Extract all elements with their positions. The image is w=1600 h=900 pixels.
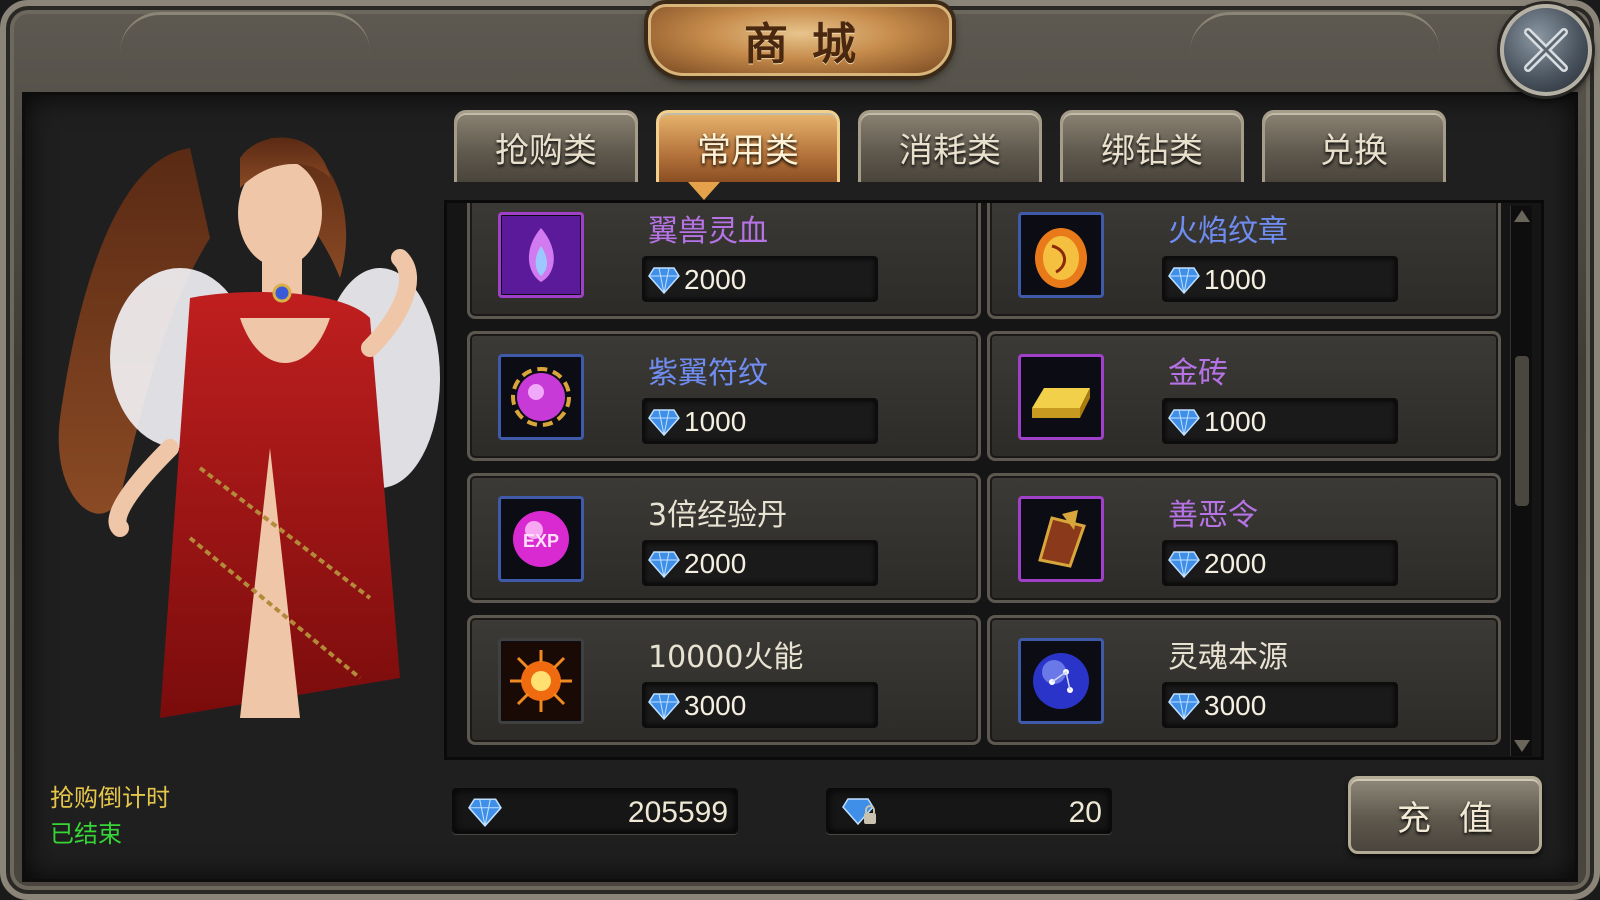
tab-exchange[interactable]: 兑换 bbox=[1262, 110, 1446, 182]
price-box: 1000 bbox=[1162, 256, 1398, 302]
tab-label: 兑换 bbox=[1320, 131, 1388, 171]
diamond-icon bbox=[648, 267, 680, 294]
diamond-icon bbox=[648, 409, 680, 436]
item-price: 2000 bbox=[1204, 548, 1267, 579]
tab-label: 抢购类 bbox=[495, 131, 597, 171]
window-title: 商城 bbox=[744, 19, 880, 70]
gold-bar-icon bbox=[1018, 354, 1104, 440]
close-x-icon bbox=[1524, 28, 1568, 72]
diamond-icon bbox=[1168, 551, 1200, 578]
diamond-icon bbox=[1168, 409, 1200, 436]
bound-diamond-balance: 20 bbox=[826, 788, 1112, 834]
recharge-button[interactable]: 充值 bbox=[1348, 776, 1542, 854]
item-name: 灵魂本源 bbox=[1168, 640, 1288, 675]
tab-label: 常用类 bbox=[697, 131, 799, 171]
tab-bound-diamond[interactable]: 绑钻类 bbox=[1060, 110, 1244, 182]
price-box: 2000 bbox=[1162, 540, 1398, 586]
item-name: 10000火能 bbox=[648, 640, 804, 675]
item-card[interactable]: 翼兽灵血 2000 bbox=[467, 203, 981, 319]
item-card[interactable]: 灵魂本源 3000 bbox=[987, 615, 1501, 745]
item-name: 善恶令 bbox=[1168, 498, 1258, 533]
item-price: 3000 bbox=[684, 690, 747, 721]
diamond-icon bbox=[648, 693, 680, 720]
item-card[interactable]: EXP 3倍经验丹 2000 bbox=[467, 473, 981, 603]
exp-pill-icon: EXP bbox=[498, 496, 584, 582]
item-price: 2000 bbox=[684, 264, 747, 295]
item-card[interactable]: 善恶令 2000 bbox=[987, 473, 1501, 603]
active-tab-pointer bbox=[688, 182, 720, 200]
bound-diamond-icon bbox=[842, 798, 876, 826]
item-name: 3倍经验丹 bbox=[648, 498, 788, 533]
item-card[interactable]: 紫翼符纹 1000 bbox=[467, 331, 981, 461]
diamond-icon bbox=[468, 798, 502, 827]
item-name: 金砖 bbox=[1168, 356, 1228, 391]
item-list-scrollbar[interactable] bbox=[1510, 206, 1532, 756]
price-box: 3000 bbox=[1162, 682, 1398, 728]
item-card[interactable]: 金砖 1000 bbox=[987, 331, 1501, 461]
item-name: 翼兽灵血 bbox=[648, 214, 768, 249]
price-box: 2000 bbox=[642, 256, 878, 302]
item-name: 火焰纹章 bbox=[1168, 214, 1288, 249]
item-price: 1000 bbox=[1204, 264, 1267, 295]
price-box: 2000 bbox=[642, 540, 878, 586]
tab-label: 消耗类 bbox=[899, 131, 1001, 171]
order-token-icon bbox=[1018, 496, 1104, 582]
item-card[interactable]: 10000火能 3000 bbox=[467, 615, 981, 745]
fire-emblem-icon bbox=[1018, 212, 1104, 298]
item-price: 1000 bbox=[684, 406, 747, 437]
fire-energy-icon bbox=[498, 638, 584, 724]
item-name: 紫翼符纹 bbox=[648, 356, 768, 391]
price-box: 1000 bbox=[1162, 398, 1398, 444]
flash-sale-countdown-label: 抢购倒计时 bbox=[50, 784, 170, 812]
character-portrait bbox=[58, 137, 440, 718]
price-box: 1000 bbox=[642, 398, 878, 444]
diamond-icon bbox=[648, 551, 680, 578]
tab-label: 绑钻类 bbox=[1101, 131, 1203, 171]
item-list-panel[interactable]: 翼兽灵血 2000 火焰纹章 1000 紫翼符纹 1000 金砖 1000 EX… bbox=[444, 200, 1544, 760]
frame-ornament-right bbox=[1190, 12, 1440, 52]
purple-flame-icon bbox=[498, 212, 584, 298]
tab-consumables[interactable]: 消耗类 bbox=[858, 110, 1042, 182]
diamond-icon bbox=[1168, 267, 1200, 294]
item-price: 3000 bbox=[1204, 690, 1267, 721]
tab-common[interactable]: 常用类 bbox=[656, 110, 840, 182]
bound-diamond-balance-value: 20 bbox=[1068, 796, 1102, 829]
price-box: 3000 bbox=[642, 682, 878, 728]
soul-sphere-icon bbox=[1018, 638, 1104, 724]
diamond-balance: 205599 bbox=[452, 788, 738, 834]
diamond-balance-value: 205599 bbox=[627, 796, 728, 829]
scroll-up-arrow-icon[interactable] bbox=[1514, 210, 1530, 222]
item-card[interactable]: 火焰纹章 1000 bbox=[987, 203, 1501, 319]
scroll-down-arrow-icon[interactable] bbox=[1514, 740, 1530, 752]
svg-text:EXP: EXP bbox=[523, 531, 559, 551]
close-button[interactable] bbox=[1500, 4, 1592, 96]
item-price: 1000 bbox=[1204, 406, 1267, 437]
title-plaque: 商城 bbox=[648, 4, 952, 76]
scroll-thumb[interactable] bbox=[1515, 356, 1529, 506]
diamond-icon bbox=[1168, 693, 1200, 720]
tab-flash-sale[interactable]: 抢购类 bbox=[454, 110, 638, 182]
item-price: 2000 bbox=[684, 548, 747, 579]
flash-sale-countdown-status: 已结束 bbox=[50, 820, 122, 848]
frame-ornament-left bbox=[120, 12, 370, 52]
purple-orb-rune-icon bbox=[498, 354, 584, 440]
